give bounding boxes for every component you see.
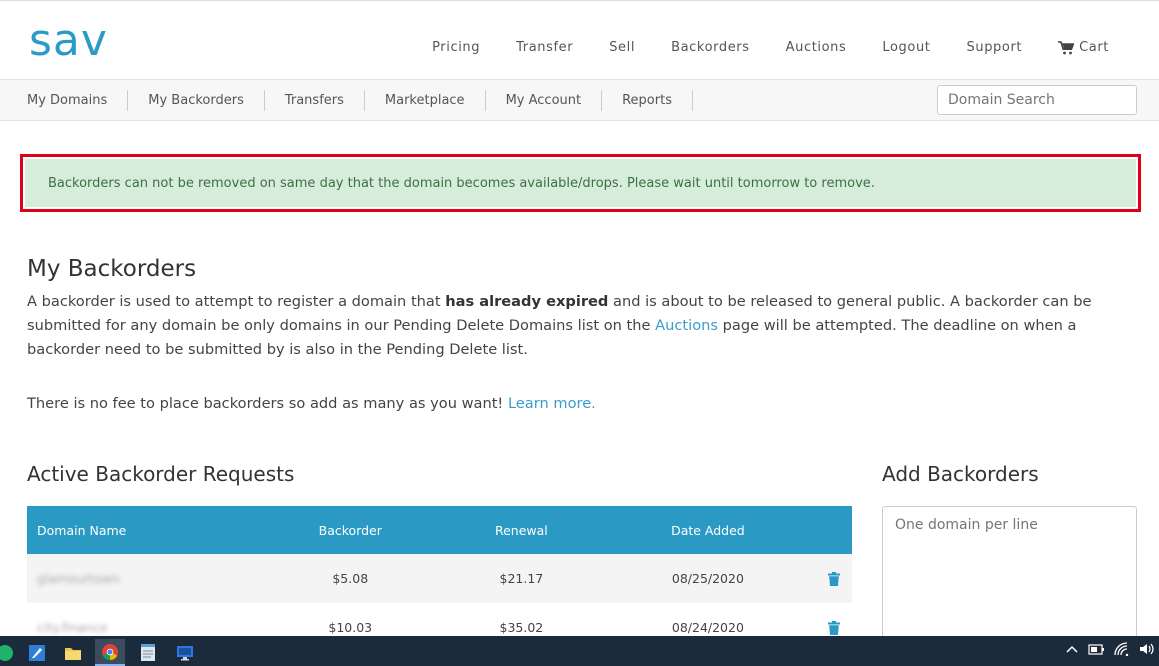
col-backorder[interactable]: Backorder: [257, 506, 444, 554]
account-subnav: My Domains My Backorders Transfers Marke…: [6, 90, 693, 111]
row-domain: glamourtown: [37, 571, 120, 586]
auctions-link[interactable]: Auctions: [655, 317, 718, 334]
alert-message: Backorders can not be removed on same da…: [25, 159, 1136, 207]
subnav-my-domains[interactable]: My Domains: [6, 90, 129, 111]
start-orb-icon[interactable]: [0, 639, 20, 666]
nav-auctions[interactable]: Auctions: [786, 39, 847, 57]
nav-transfer[interactable]: Transfer: [516, 39, 573, 57]
col-domain-name[interactable]: Domain Name: [27, 506, 257, 554]
add-backorders-title: Add Backorders: [882, 462, 1039, 486]
table-header-row: Domain Name Backorder Renewal Date Added: [27, 506, 852, 554]
row-backorder: $5.08: [332, 571, 369, 586]
cart-label: Cart: [1079, 40, 1109, 55]
trash-icon[interactable]: [828, 621, 841, 636]
col-actions: [817, 506, 852, 554]
add-backorders-textarea[interactable]: [882, 506, 1137, 641]
alert-highlight-frame: Backorders can not be removed on same da…: [20, 154, 1141, 212]
table-row: glamourtown $5.08 $21.17 08/25/2020: [27, 554, 852, 603]
battery-icon[interactable]: [1087, 642, 1105, 656]
fee-text: There is no fee to place backorders so a…: [27, 395, 508, 412]
shopping-cart-icon: [1058, 41, 1075, 55]
col-date-added[interactable]: Date Added: [599, 506, 816, 554]
os-taskbar: [0, 636, 1159, 666]
domain-search-input[interactable]: [937, 85, 1137, 115]
nav-backorders[interactable]: Backorders: [671, 39, 750, 57]
row-date: 08/25/2020: [671, 571, 744, 586]
page-title: My Backorders: [27, 256, 197, 282]
subnav-reports[interactable]: Reports: [602, 90, 693, 111]
subnav-marketplace[interactable]: Marketplace: [365, 90, 486, 111]
delete-cell: [817, 554, 852, 603]
chevron-up-icon[interactable]: [1066, 644, 1078, 654]
active-requests-title: Active Backorder Requests: [27, 462, 295, 486]
row-renewal: $21.17: [499, 571, 544, 586]
nav-pricing[interactable]: Pricing: [432, 39, 480, 57]
nav-logout[interactable]: Logout: [882, 39, 930, 57]
intro-paragraph: A backorder is used to attempt to regist…: [27, 290, 1137, 362]
notepad-icon[interactable]: [133, 639, 163, 666]
nav-sell[interactable]: Sell: [609, 39, 635, 57]
volume-icon[interactable]: [1139, 642, 1155, 656]
top-header: sav Pricing Transfer Sell Backorders Auc…: [0, 0, 1159, 80]
subnav-my-account[interactable]: My Account: [486, 90, 603, 111]
screenshot-tool-icon[interactable]: [22, 639, 52, 666]
site-logo[interactable]: sav: [29, 15, 108, 67]
learn-more-link[interactable]: Learn more.: [508, 395, 596, 412]
system-tray: [1066, 642, 1155, 656]
wifi-icon[interactable]: [1114, 642, 1130, 656]
subnav-my-backorders[interactable]: My Backorders: [128, 90, 265, 111]
subnav-transfers[interactable]: Transfers: [265, 90, 365, 111]
intro-text-1: A backorder is used to attempt to regist…: [27, 293, 446, 310]
trash-icon[interactable]: [828, 572, 841, 587]
nav-support[interactable]: Support: [967, 39, 1023, 57]
main-nav: Pricing Transfer Sell Backorders Auction…: [396, 39, 1109, 57]
nav-cart[interactable]: Cart: [1058, 39, 1109, 57]
remote-desktop-icon[interactable]: [170, 639, 200, 666]
intro-bold: has already expired: [445, 293, 609, 310]
backorders-table: Domain Name Backorder Renewal Date Added…: [27, 506, 852, 652]
chrome-icon[interactable]: [95, 639, 125, 666]
fee-paragraph: There is no fee to place backorders so a…: [27, 392, 596, 416]
file-explorer-icon[interactable]: [58, 639, 88, 666]
col-renewal[interactable]: Renewal: [444, 506, 600, 554]
